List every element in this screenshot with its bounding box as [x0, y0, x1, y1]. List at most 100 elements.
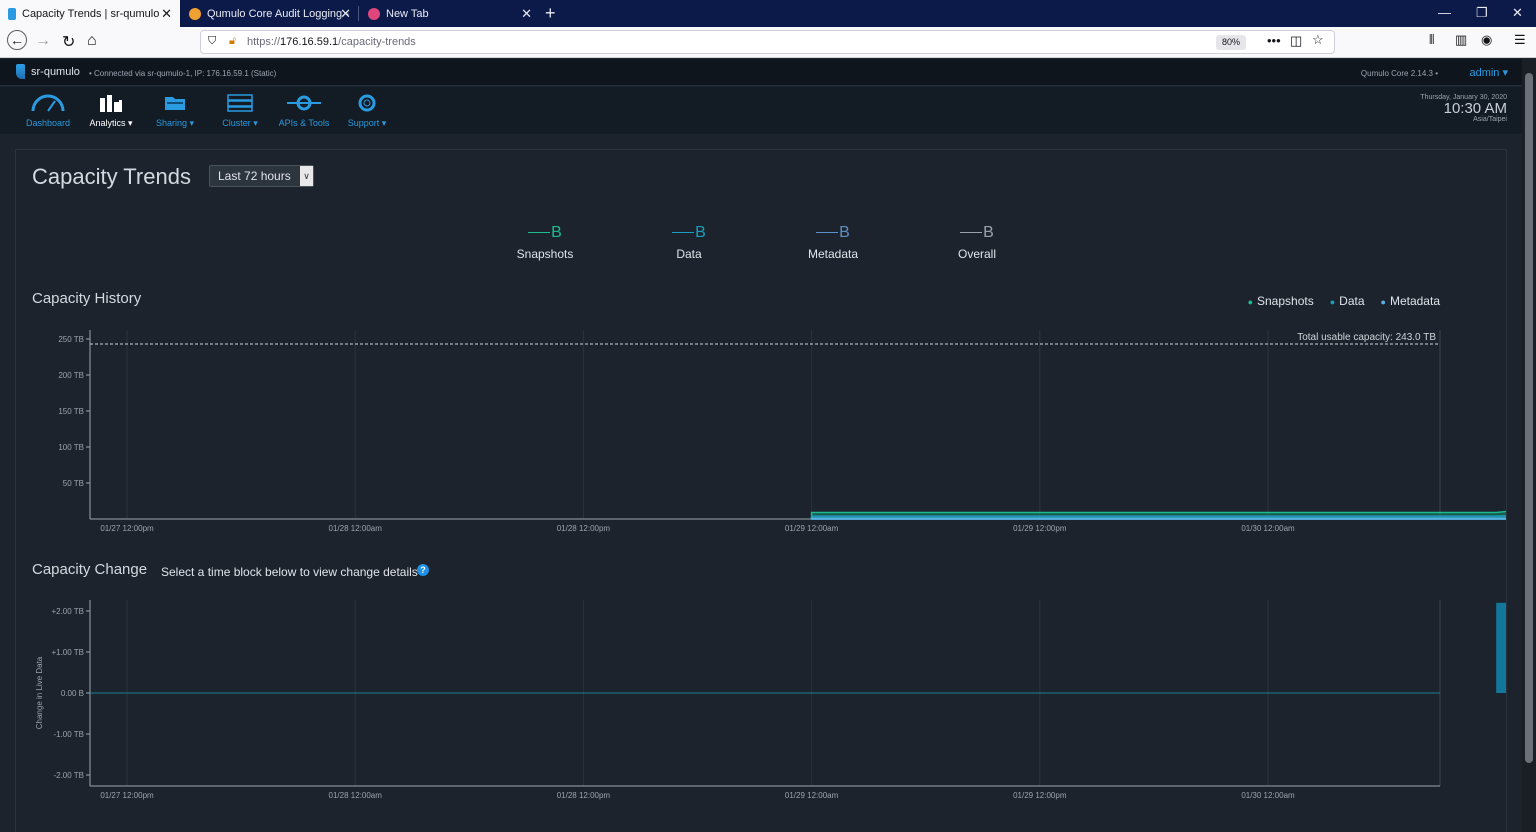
- pocket-icon[interactable]: ◫: [1290, 33, 1302, 49]
- menu-support[interactable]: Support ▾: [343, 94, 391, 129]
- close-tab-icon[interactable]: ✕: [340, 6, 351, 22]
- stat-line: [816, 232, 839, 234]
- stat-metadata: B Metadata: [793, 224, 873, 261]
- legend-dot-icon: ●: [1329, 297, 1336, 307]
- x-tick-label: 01/28 12:00pm: [557, 524, 611, 533]
- minimize-icon[interactable]: —: [1438, 5, 1451, 20]
- change-bar: [1496, 602, 1506, 693]
- version-info: Qumulo Core 2.14.3 •: [1360, 69, 1438, 78]
- firefox-icon: [368, 7, 380, 20]
- menu-sharing[interactable]: Sharing ▾: [152, 94, 198, 129]
- y-tick-label: 200 TB: [58, 371, 84, 380]
- stat-line: [960, 232, 983, 234]
- x-tick-label: 01/29 12:00pm: [1013, 791, 1067, 800]
- menu-analytics[interactable]: Analytics ▾: [86, 94, 136, 129]
- bookmark-star-icon[interactable]: ☆: [1312, 32, 1324, 48]
- sidebar-icon[interactable]: ▥: [1455, 32, 1467, 48]
- forward-icon[interactable]: →: [35, 32, 51, 50]
- qumulo-favicon-icon: [8, 7, 16, 20]
- menu-label: Dashboard: [25, 118, 71, 128]
- x-tick-label: 01/30 12:00am: [1241, 524, 1295, 533]
- capacity-trends-panel: Capacity Trends Last 72 hours ∨ B Snapsh…: [15, 149, 1507, 832]
- gauge-icon: [23, 94, 73, 114]
- restore-icon[interactable]: ❐: [1476, 5, 1488, 21]
- x-tick-label: 01/29 12:00pm: [1013, 524, 1067, 533]
- browser-nav-bar: ← → ↻ ⌂ ⛉ 🔓︎ https://176.16.59.1/capacit…: [0, 27, 1536, 58]
- x-tick-label: 01/28 12:00am: [329, 524, 383, 533]
- legend-snapshots[interactable]: ● Snapshots: [1248, 294, 1314, 308]
- insecure-lock-icon[interactable]: 🔓︎: [229, 35, 236, 48]
- time-range-select[interactable]: Last 72 hours ∨: [209, 165, 314, 187]
- shield-icon[interactable]: ⛉: [208, 35, 216, 48]
- new-tab-icon[interactable]: +: [545, 3, 556, 24]
- menu-label: APIs & Tools: [278, 118, 330, 128]
- stat-value: B: [649, 224, 729, 242]
- account-icon[interactable]: ◉: [1481, 32, 1492, 48]
- zoom-level[interactable]: 80%: [1216, 35, 1246, 50]
- chevron-down-icon: ∨: [300, 166, 313, 186]
- x-tick-label: 01/29 12:00am: [785, 791, 839, 800]
- menu-label: Support ▾: [347, 118, 387, 128]
- connection-info: • Connected via sr-qumulo-1, IP: 176.16.…: [89, 69, 277, 78]
- stat-data: B Data: [649, 224, 729, 261]
- y-tick-label: 100 TB: [58, 443, 84, 452]
- capacity-history-chart[interactable]: 01/27 12:00pm 01/28 12:00am 01/28 12:00pm 0…: [16, 320, 1506, 540]
- server-icon: [217, 94, 263, 114]
- menu-label: Sharing ▾: [155, 118, 195, 128]
- tab-new-tab[interactable]: New Tab ✕: [360, 0, 540, 27]
- menu-icon[interactable]: ☰: [1514, 32, 1526, 48]
- close-tab-icon[interactable]: ✕: [161, 6, 172, 22]
- close-window-icon[interactable]: ✕: [1512, 5, 1523, 21]
- page-actions-icon[interactable]: •••: [1267, 33, 1281, 48]
- legend-dot-icon: ●: [1380, 297, 1386, 307]
- close-tab-icon[interactable]: ✕: [521, 6, 532, 22]
- y-tick-label: -1.00 TB: [53, 730, 84, 739]
- reload-icon[interactable]: ↻: [62, 32, 75, 52]
- menu-label: Cluster ▾: [222, 118, 258, 128]
- url-bar[interactable]: ⛉ 🔓︎ https://176.16.59.1/capacity-trends…: [200, 30, 1335, 54]
- tab-capacity-trends[interactable]: Capacity Trends | sr-qumulo ✕: [0, 0, 180, 27]
- cluster-clock: Thursday, January 30, 2020 10:30 AM Asia…: [1420, 94, 1507, 123]
- tab-audit-logging[interactable]: Qumulo Core Audit Logging - ✕: [181, 0, 359, 27]
- stat-label: Overall: [957, 247, 996, 261]
- time-range-value: Last 72 hours: [218, 169, 291, 183]
- back-icon[interactable]: ←: [7, 30, 27, 50]
- menu-cluster[interactable]: Cluster ▾: [217, 94, 263, 129]
- chart-legend: ● Snapshots ● Data ● Metadata: [1248, 294, 1440, 308]
- library-icon[interactable]: ⫴: [1429, 32, 1434, 48]
- page-scrollbar[interactable]: [1522, 59, 1536, 832]
- y-tick-label: -2.00 TB: [53, 771, 84, 780]
- qumulo-top-bar: sr-qumulo • Connected via sr-qumulo-1, I…: [0, 59, 1522, 86]
- legend-metadata[interactable]: ● Metadata: [1381, 294, 1440, 308]
- stat-label: Metadata: [807, 247, 859, 261]
- clock-timezone: Asia/Taipei: [1473, 116, 1507, 123]
- stat-value: B: [793, 224, 873, 242]
- stat-line: [672, 232, 695, 234]
- legend-data[interactable]: ● Data: [1330, 294, 1365, 308]
- x-tick-label: 01/29 12:00am: [785, 524, 839, 533]
- menu-dashboard[interactable]: Dashboard: [23, 94, 73, 128]
- tab-separator: [358, 6, 359, 21]
- page-favicon-icon: [189, 7, 201, 20]
- x-tick-label: 01/28 12:00am: [329, 791, 383, 800]
- stat-value: B: [937, 224, 1017, 242]
- help-icon[interactable]: ?: [417, 564, 429, 576]
- capacity-change-title: Capacity Change: [32, 561, 148, 578]
- url-text[interactable]: https://176.16.59.1/capacity-trends: [247, 36, 416, 48]
- folder-share-icon: [152, 94, 198, 114]
- tab-title: Qumulo Core Audit Logging -: [207, 7, 349, 20]
- capacity-history-title: Capacity History: [32, 290, 142, 307]
- home-icon[interactable]: ⌂: [87, 32, 97, 50]
- legend-dot-icon: ●: [1247, 297, 1253, 307]
- user-menu[interactable]: admin ▾: [1469, 66, 1508, 79]
- capacity-change-chart[interactable]: Change in Live Data 01/27 12:00pm 01/28 12…: [16, 590, 1506, 805]
- y-tick-label: 250 TB: [58, 335, 84, 344]
- qumulo-main-menu: Dashboard Analytics ▾ Sharing ▾ Cluster …: [0, 87, 1522, 134]
- lifebuoy-icon: [343, 94, 391, 114]
- scrollbar-thumb[interactable]: [1525, 73, 1533, 763]
- stat-value: B: [505, 224, 585, 242]
- bar-chart-icon: [86, 94, 136, 114]
- menu-label: Analytics ▾: [89, 118, 133, 128]
- menu-apis-tools[interactable]: APIs & Tools: [274, 94, 334, 128]
- stat-overall: B Overall: [937, 224, 1017, 261]
